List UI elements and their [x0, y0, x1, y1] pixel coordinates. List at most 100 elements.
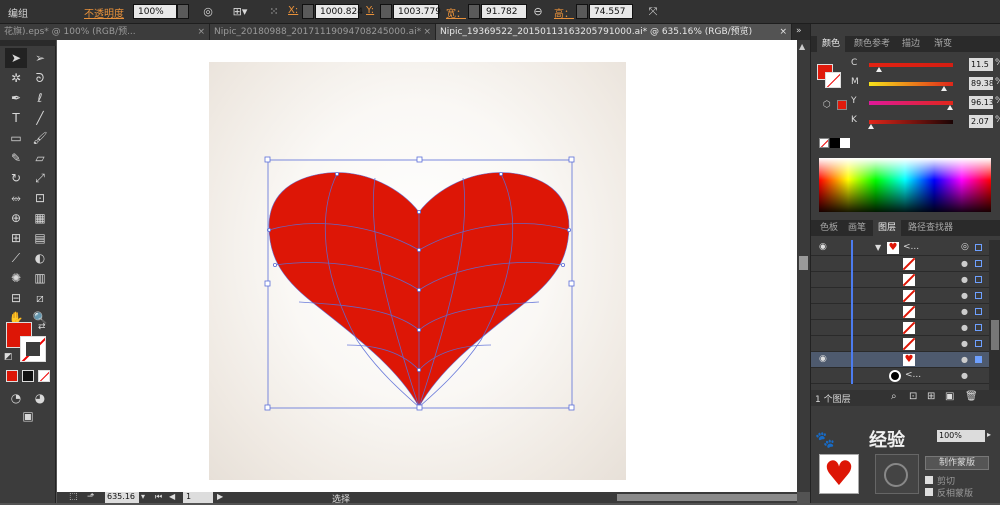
mesh-tool-icon[interactable]: ⊞	[5, 228, 27, 248]
tab-overflow-icon[interactable]: »	[796, 26, 802, 36]
scale-tool-icon[interactable]: ⤢	[29, 168, 51, 188]
tab-gradient[interactable]: 渐变	[929, 36, 957, 52]
target-icon[interactable]: ●	[961, 307, 968, 316]
channel-gradient-bar[interactable]	[869, 101, 953, 105]
eraser-tool-icon[interactable]: ▱	[29, 148, 51, 168]
resize-handle-left[interactable]	[264, 280, 271, 287]
rotate-tool-icon[interactable]: ↻	[5, 168, 27, 188]
prev-artboard-icon[interactable]: ◀	[169, 492, 175, 501]
trash-icon[interactable]: 🗑	[965, 391, 978, 402]
slice-tool-icon[interactable]: ⧄	[29, 288, 51, 308]
stroke-swatch[interactable]	[20, 336, 46, 362]
object-thumbnail[interactable]: ♥	[819, 454, 859, 494]
vertical-scrollbar[interactable]: ▲	[797, 40, 810, 492]
screen-mode-icon[interactable]: ▣	[17, 406, 39, 426]
out-of-gamut-icon[interactable]: ⬡	[823, 100, 831, 110]
graph-tool-icon[interactable]: ▥	[29, 268, 51, 288]
close-icon[interactable]: ×	[197, 24, 205, 40]
toolbar-grip[interactable]	[0, 40, 56, 46]
height-field[interactable]: 74.557 pt	[589, 4, 633, 32]
line-tool-icon[interactable]: ╱	[29, 108, 51, 128]
width-tool-icon[interactable]: ⥈	[5, 188, 27, 208]
slider-y[interactable]: Y 96.13 %	[851, 96, 1000, 110]
slider-handle[interactable]	[875, 67, 882, 72]
layers-scrollbar[interactable]	[989, 240, 1000, 392]
transform-icon[interactable]: ⤧	[645, 4, 661, 20]
target-icon[interactable]: ●	[961, 339, 968, 348]
tab-brushes[interactable]: 画笔	[843, 220, 871, 236]
channel-value-field[interactable]: 11.5	[969, 58, 993, 71]
white-swatch[interactable]	[840, 138, 850, 148]
lasso-tool-icon[interactable]: ᘐ	[29, 68, 51, 88]
y-label[interactable]: Y:	[366, 5, 374, 16]
target-icon[interactable]: ●	[961, 259, 968, 268]
layer-row-path[interactable]: ●	[811, 256, 989, 272]
paintbrush-tool-icon[interactable]: 🖌	[29, 128, 51, 148]
layer-row-path[interactable]: ●	[811, 320, 989, 336]
tab-stroke[interactable]: 描边	[897, 36, 925, 52]
eye-icon[interactable]: ◉	[819, 354, 827, 364]
locate-object-icon[interactable]: ⌕	[891, 391, 897, 402]
direct-selection-tool-icon[interactable]: ➢	[29, 48, 51, 68]
height-label[interactable]: 高：	[554, 5, 574, 20]
tab-layers[interactable]: 图层	[873, 220, 902, 236]
height-stepper[interactable]	[576, 4, 588, 19]
none-mode-button[interactable]	[38, 370, 50, 382]
scroll-thumb[interactable]	[799, 256, 808, 270]
layer-row-group[interactable]: ◉ ▼ ♥ <... ◎	[811, 240, 989, 256]
width-stepper[interactable]	[468, 4, 480, 19]
new-layer-icon[interactable]: ▣	[945, 391, 954, 402]
target-icon[interactable]: ●	[961, 323, 968, 332]
swap-fill-stroke-icon[interactable]: ⇄	[38, 322, 46, 332]
invert-mask-checkbox[interactable]	[925, 488, 933, 496]
disclosure-triangle-icon[interactable]: ▼	[875, 243, 881, 252]
horizontal-scroll-thumb[interactable]	[617, 494, 797, 501]
canvas-area[interactable]	[57, 40, 797, 492]
x-label[interactable]: X:	[288, 5, 298, 16]
new-sublayer-icon[interactable]: ⊞	[927, 391, 935, 402]
channel-value-field[interactable]: 89.38	[969, 77, 994, 90]
artboard-tool-icon[interactable]: ⊟	[5, 288, 27, 308]
tab-swatches[interactable]: 色板	[815, 220, 843, 236]
channel-value-field[interactable]: 2.07	[969, 115, 993, 128]
tab-color[interactable]: 颜色	[817, 36, 846, 52]
default-colors-icon[interactable]: ◩	[4, 352, 13, 362]
tab-color-guide[interactable]: 颜色参考	[849, 36, 895, 52]
opacity-field[interactable]: 100%	[133, 4, 177, 19]
mask-thumbnail[interactable]	[875, 454, 919, 494]
selection-indicator[interactable]	[975, 324, 982, 331]
type-tool-icon[interactable]: T	[5, 108, 27, 128]
selection-indicator[interactable]	[975, 260, 982, 267]
first-artboard-icon[interactable]: ⏮	[155, 492, 162, 502]
y-stepper[interactable]	[380, 4, 392, 19]
resize-handle-right[interactable]	[568, 280, 575, 287]
clipping-mask-icon[interactable]: ⊡	[909, 391, 917, 402]
next-artboard-icon[interactable]: ▶	[217, 492, 223, 501]
heart-artwork[interactable]	[57, 40, 797, 492]
color-spectrum[interactable]	[819, 158, 991, 212]
curvature-tool-icon[interactable]: ℓ	[29, 88, 51, 108]
layer-row-path[interactable]: ●	[811, 304, 989, 320]
scroll-up-arrow-icon[interactable]: ▲	[799, 42, 805, 51]
recolor-icon[interactable]: ◎	[200, 4, 216, 20]
link-proportions-icon[interactable]: ⊖	[530, 4, 546, 20]
opacity-dropdown-button[interactable]	[177, 4, 189, 19]
layer-name[interactable]: <...	[903, 242, 919, 252]
x-stepper[interactable]	[302, 4, 314, 19]
layer-name[interactable]: <...	[905, 370, 921, 380]
close-icon[interactable]: ×	[423, 24, 431, 40]
status-mode-label[interactable]: 选择	[332, 492, 350, 505]
layer-row-path[interactable]: ●	[811, 288, 989, 304]
blend-tool-icon[interactable]: ◐	[29, 248, 51, 268]
resize-handle-bottom-left[interactable]	[264, 404, 271, 411]
clip-checkbox[interactable]	[925, 476, 933, 484]
reference-point-icon[interactable]: ⁙	[266, 4, 282, 20]
resize-handle-bottom-right[interactable]	[568, 404, 575, 411]
opacity-field[interactable]: 100%	[937, 430, 985, 442]
layer-row-selected[interactable]: ◉ ♥ ●	[811, 352, 989, 368]
slider-m[interactable]: M 89.38 %	[851, 77, 1000, 91]
symbol-sprayer-tool-icon[interactable]: ✺	[5, 268, 27, 288]
layer-row-clip[interactable]: <... ●	[811, 368, 989, 384]
slider-handle[interactable]	[946, 105, 953, 110]
color-stroke-swatch[interactable]	[825, 72, 841, 88]
